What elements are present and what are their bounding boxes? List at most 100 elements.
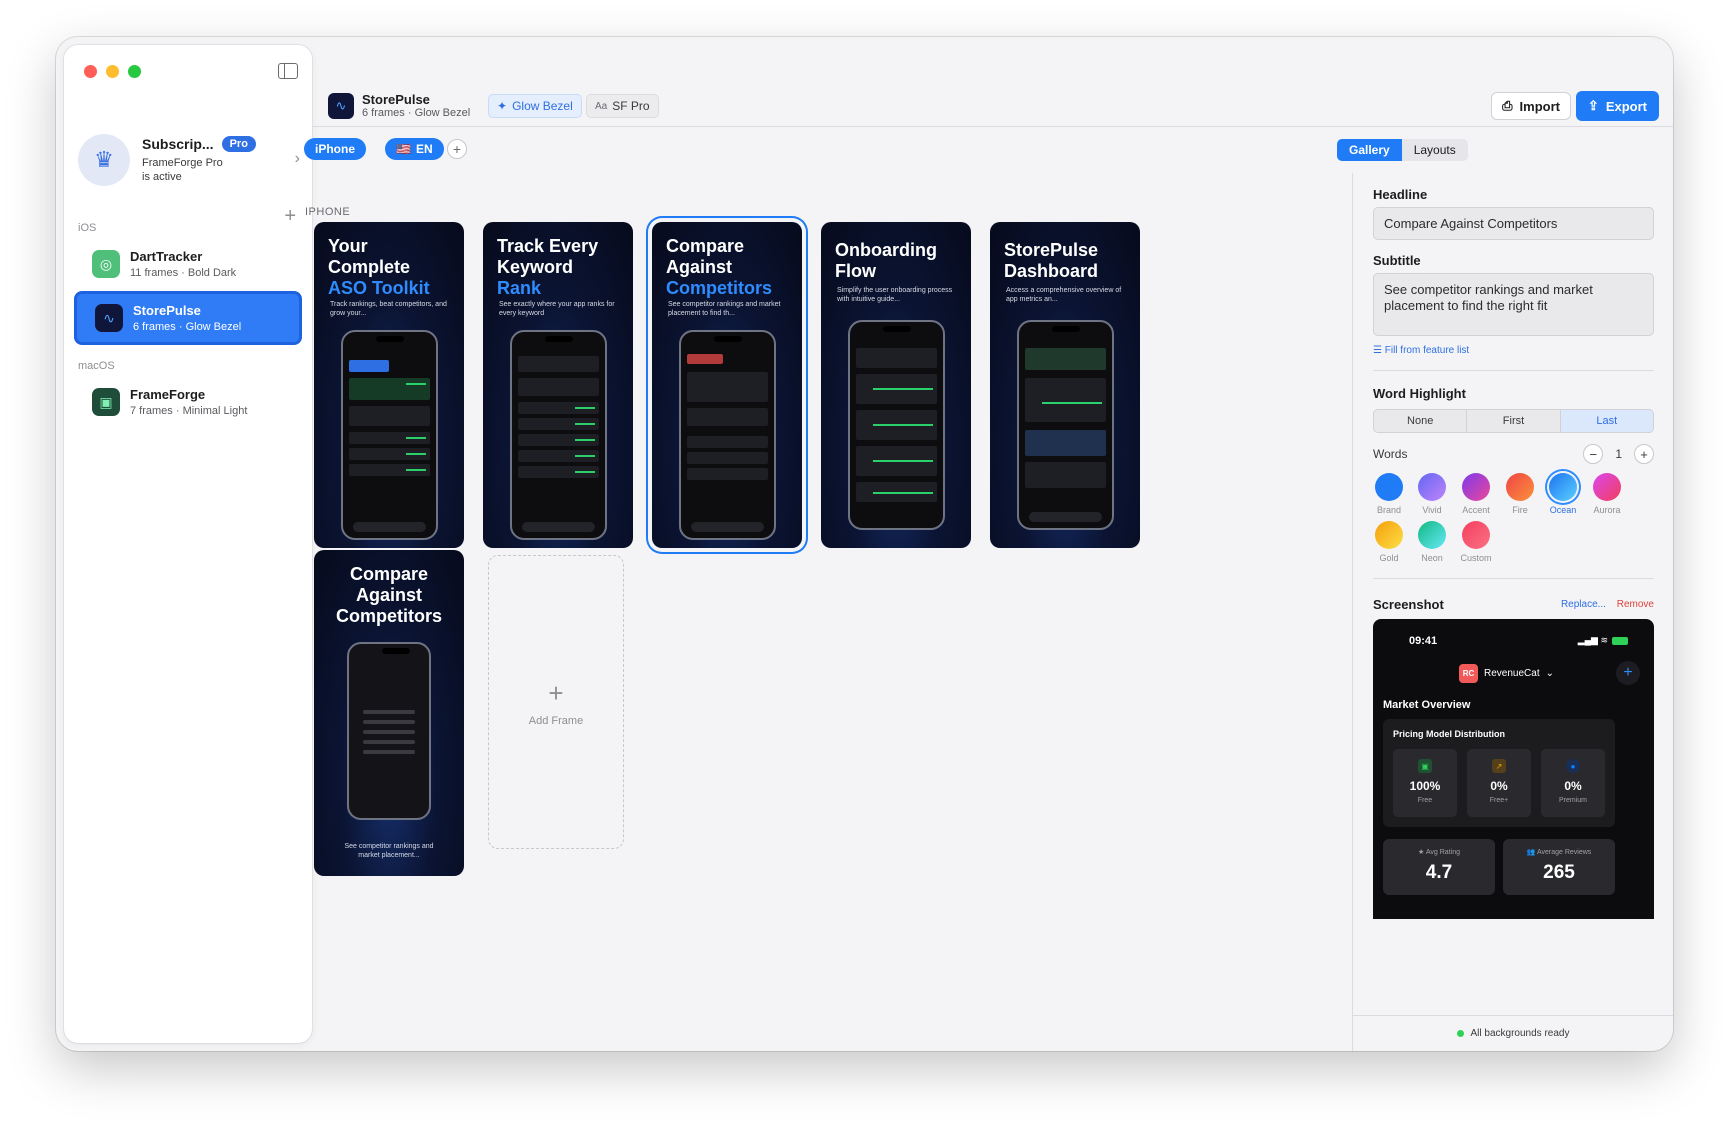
screenshot-label: Screenshot <box>1373 597 1444 612</box>
swatch-gold[interactable]: Gold <box>1369 521 1409 563</box>
language-pill[interactable]: 🇺🇸 EN <box>385 138 444 160</box>
swatch-vivid[interactable]: Vivid <box>1412 473 1452 515</box>
status-text: All backgrounds ready <box>1470 1028 1570 1039</box>
highlight-option-none[interactable]: None <box>1374 410 1468 432</box>
remove-link[interactable]: Remove <box>1617 599 1654 610</box>
project-name: FrameForge <box>130 387 206 402</box>
sidebar-item-darttracker[interactable]: ◎ DartTracker 11 frames · Bold Dark <box>74 237 302 291</box>
project-meta: 11 frames · Bold Dark <box>130 267 237 279</box>
gift-icon: ▣ <box>1418 759 1432 773</box>
headline-field[interactable]: Compare Against Competitors <box>1373 207 1654 240</box>
sidebar-item-frameforge[interactable]: ▣ FrameForge 7 frames · Minimal Light <box>74 375 302 429</box>
frame-card-5[interactable]: StorePulse Dashboard Access a comprehens… <box>990 222 1140 548</box>
frame-card-3-selected[interactable]: Compare Against Competitors See competit… <box>652 222 802 548</box>
words-stepper: − 1 + <box>1583 444 1654 464</box>
fill-from-feature-list-link[interactable]: ☰ Fill from feature list <box>1373 345 1469 356</box>
frame-headline-line: Compare <box>666 236 745 256</box>
frame-subtitle: Track rankings, beat competitors, and gr… <box>330 301 447 317</box>
divider <box>1373 370 1654 371</box>
swatch-aurora[interactable]: Aurora <box>1587 473 1627 515</box>
swatch-ocean[interactable]: Ocean <box>1543 473 1583 515</box>
highlight-option-last[interactable]: Last <box>1560 410 1653 432</box>
swatch-label: Accent <box>1462 505 1490 515</box>
pricing-item-freeplus: ↗ 0% Free+ <box>1467 749 1531 817</box>
language-label: EN <box>415 142 433 156</box>
decrement-button[interactable]: − <box>1583 444 1604 464</box>
minimize-window-button[interactable] <box>106 65 119 78</box>
preview-section-title: Market Overview <box>1383 699 1471 711</box>
add-project-button[interactable]: + <box>284 205 296 228</box>
frame-card-2[interactable]: Track Every Keyword Rank See exactly whe… <box>483 222 633 548</box>
import-icon: ⎙ <box>1502 98 1513 113</box>
frame-card-1[interactable]: Your Complete ASO Toolkit Track rankings… <box>314 222 464 548</box>
phone-mockup <box>1017 320 1114 530</box>
avg-reviews-card: 👥 Average Reviews 265 <box>1503 839 1615 895</box>
frame-headline-line: Complete <box>328 257 411 277</box>
avg-rating-card: ★ Avg Rating 4.7 <box>1383 839 1495 895</box>
preview-time: 09:41 <box>1409 635 1438 647</box>
tab-layouts[interactable]: Layouts <box>1402 139 1468 161</box>
swatch-brand[interactable]: Brand <box>1369 473 1409 515</box>
chevron-down-icon: ⌄ <box>1545 668 1554 679</box>
frame-headline-line: Competitors <box>335 606 442 626</box>
premium-icon: ● <box>1566 759 1580 773</box>
project-meta: 7 frames · Minimal Light <box>130 405 248 417</box>
preview-brand-name: RevenueCat <box>1484 668 1540 679</box>
frame-card-4[interactable]: Onboarding Flow Simplify the user onboar… <box>821 222 971 548</box>
font-chip[interactable]: Aa SF Pro <box>586 94 659 118</box>
font-chip-label: SF Pro <box>612 99 650 113</box>
style-chip[interactable]: ✦ Glow Bezel <box>488 94 582 118</box>
frame-card-6[interactable]: Compare Against Competitors See competit… <box>314 550 464 876</box>
swatch-dot <box>1462 473 1490 501</box>
pricing-card-title: Pricing Model Distribution <box>1393 729 1505 739</box>
pro-badge: Pro <box>221 136 256 152</box>
highlight-option-first[interactable]: First <box>1467 410 1561 432</box>
device-pill[interactable]: iPhone <box>304 138 367 160</box>
swatch-fire[interactable]: Fire <box>1500 473 1540 515</box>
people-icon: 👥 <box>1526 849 1537 856</box>
words-label: Words <box>1373 447 1408 461</box>
fill-link-label: Fill from feature list <box>1384 345 1470 356</box>
sidebar-item-storepulse[interactable]: ∿ StorePulse 6 frames · Glow Bezel <box>74 291 302 345</box>
zoom-window-button[interactable] <box>128 65 141 78</box>
frame-headline-line: Flow <box>835 261 876 281</box>
subscription-status: is active <box>142 171 182 183</box>
pricing-label: Free+ <box>1489 797 1509 804</box>
list-icon: ☰ <box>1373 345 1385 356</box>
subtitle-field[interactable]: See competitor rankings and market place… <box>1373 273 1654 336</box>
subscription-title: Subscrip... <box>142 136 214 152</box>
swatch-dot <box>1418 473 1446 501</box>
frame-subtitle: See exactly where your app ranks for eve… <box>499 301 615 317</box>
plus-icon: + <box>548 677 564 708</box>
pricing-pct: 0% <box>1490 779 1508 793</box>
increment-button[interactable]: + <box>1634 444 1654 464</box>
add-frame-button[interactable]: + Add Frame <box>488 555 624 849</box>
section-label-macos: macOS <box>78 360 115 372</box>
frame-subtitle: See competitor rankings and market place… <box>344 843 434 859</box>
dart-app-icon: ◎ <box>92 250 120 278</box>
font-icon: Aa <box>595 100 608 112</box>
import-button[interactable]: ⎙ Import <box>1491 92 1571 120</box>
swatch-dot <box>1549 473 1577 501</box>
swatch-dot <box>1418 521 1446 549</box>
export-button[interactable]: ⇪ Export <box>1575 91 1659 121</box>
frame-headline-line: Against <box>666 257 733 277</box>
subtitle-label: Subtitle <box>1373 253 1421 268</box>
replace-link[interactable]: Replace... <box>1561 599 1606 610</box>
swatch-neon[interactable]: Neon <box>1412 521 1452 563</box>
preview-brand: RC RevenueCat ⌄ <box>1459 664 1554 683</box>
phone-mockup <box>510 330 607 540</box>
swatch-custom[interactable]: Custom <box>1456 521 1496 563</box>
pricing-item-free: ▣ 100% Free <box>1393 749 1457 817</box>
swatch-accent[interactable]: Accent <box>1456 473 1496 515</box>
sidebar-toggle-icon[interactable] <box>278 63 298 79</box>
status-dot-icon <box>1456 1030 1464 1037</box>
app-window: ♛ Subscrip... Pro FrameForge Pro is acti… <box>56 37 1673 1051</box>
subscription-card[interactable]: ♛ Subscrip... Pro FrameForge Pro is acti… <box>78 130 302 190</box>
words-row: Words − 1 + <box>1373 444 1654 464</box>
close-window-button[interactable] <box>84 65 97 78</box>
toolbar: ∿ StorePulse 6 frames · Glow Bezel ✦ Glo… <box>312 37 1673 127</box>
add-language-button[interactable]: + <box>447 139 467 159</box>
tab-gallery[interactable]: Gallery <box>1337 139 1402 161</box>
screenshot-preview[interactable]: 09:41 ▂▄▆ ≋ RC RevenueCat ⌄ + Market Ove… <box>1373 619 1654 919</box>
